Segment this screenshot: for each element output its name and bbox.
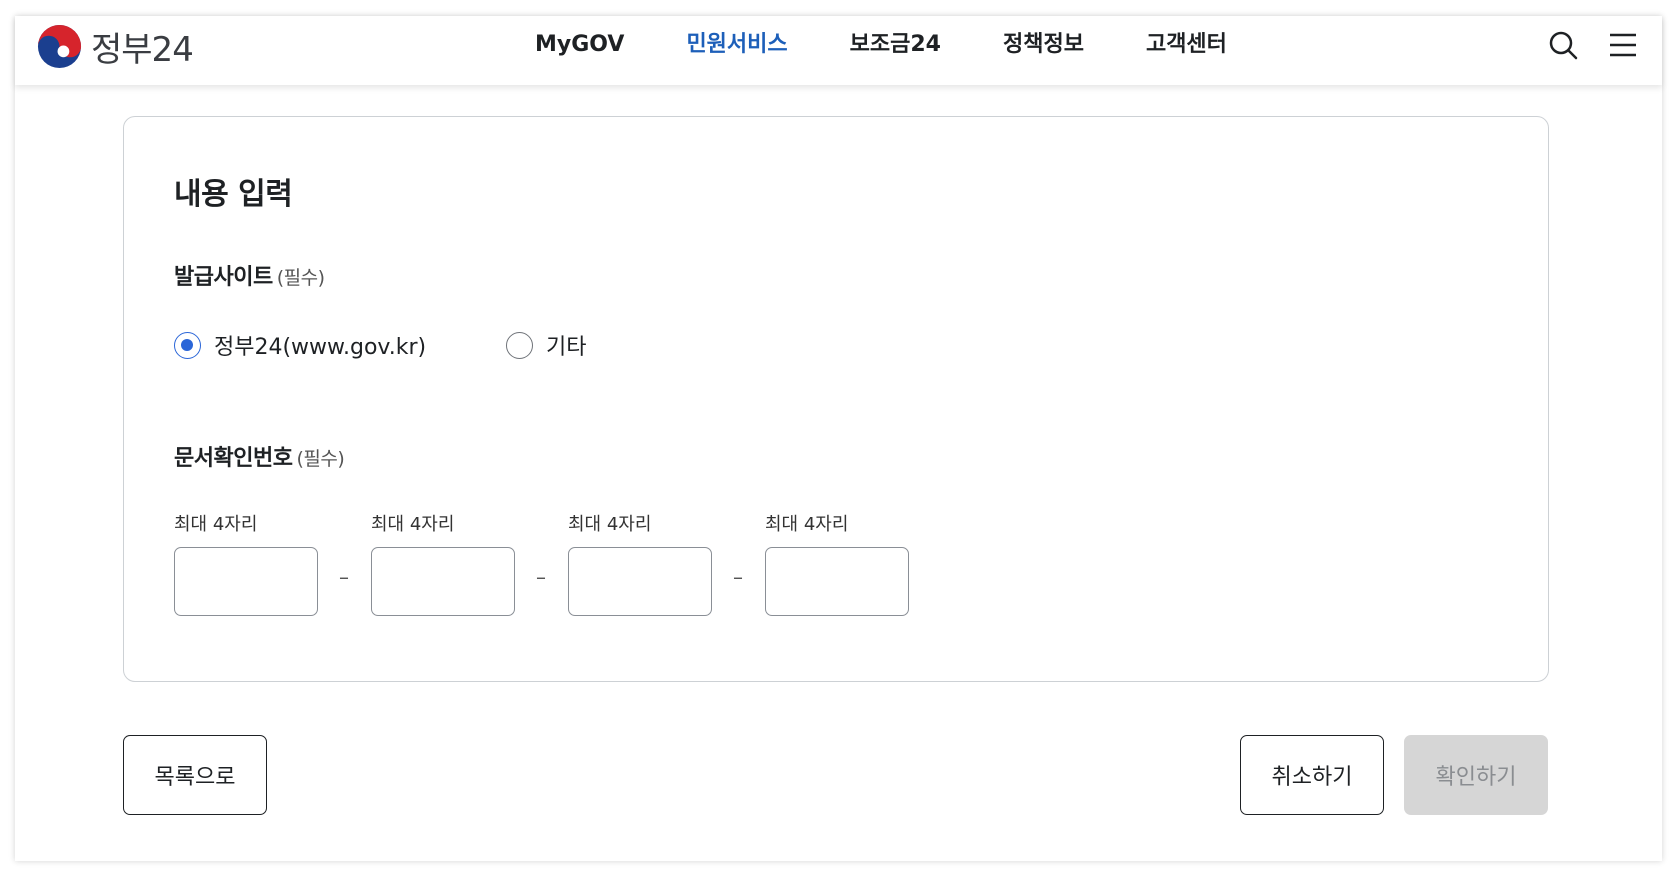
doc-number-field-3-label: 최대 4자리	[568, 514, 652, 535]
section-title: 내용 입력	[174, 177, 293, 212]
nav-item-subsidy24[interactable]: 보조금24	[850, 28, 941, 62]
radio-other-label[interactable]: 기타	[546, 329, 586, 361]
nav-item-civil-service[interactable]: 민원서비스	[686, 28, 787, 62]
site-logo[interactable]: 정부24	[36, 21, 194, 71]
nav-item-mygov[interactable]: MyGOV	[535, 28, 624, 62]
menu-icon[interactable]	[1605, 27, 1641, 63]
confirm-button[interactable]: 확인하기	[1404, 735, 1548, 815]
doc-number-field-4-label: 최대 4자리	[765, 514, 849, 535]
doc-number-input-2[interactable]	[371, 547, 515, 616]
radio-unchecked-icon[interactable]	[506, 331, 533, 359]
doc-number-label-text: 문서확인번호	[174, 446, 293, 471]
doc-number-input-1[interactable]	[174, 547, 318, 616]
required-marker: (필수)	[296, 448, 345, 470]
separator-dash: –	[536, 565, 546, 589]
separator-dash: –	[733, 565, 743, 589]
logo-text: 정부24	[91, 29, 194, 70]
radio-checked-icon[interactable]	[174, 331, 201, 359]
issue-site-label: 발급사이트 (필수)	[174, 259, 325, 291]
required-marker: (필수)	[276, 267, 325, 289]
taegeuk-logo-icon	[37, 24, 82, 68]
doc-number-label: 문서확인번호 (필수)	[174, 440, 345, 472]
nav-item-policy-info[interactable]: 정책정보	[1003, 28, 1084, 62]
nav-item-customer-center[interactable]: 고객센터	[1146, 28, 1227, 62]
radio-gov24[interactable]: 정부24(www.gov.kr)	[174, 329, 426, 361]
doc-number-field-2-label: 최대 4자리	[371, 514, 455, 535]
search-icon[interactable]	[1545, 27, 1581, 63]
doc-number-input-3[interactable]	[568, 547, 712, 616]
cancel-button[interactable]: 취소하기	[1240, 735, 1384, 815]
issue-site-label-text: 발급사이트	[174, 265, 273, 290]
doc-number-field-1-label: 최대 4자리	[174, 514, 258, 535]
radio-other[interactable]: 기타	[506, 329, 586, 361]
radio-gov24-label[interactable]: 정부24(www.gov.kr)	[214, 329, 426, 361]
main-nav: MyGOV 민원서비스 보조금24 정책정보 고객센터	[535, 28, 1289, 62]
site-header: 정부24 MyGOV 민원서비스 보조금24 정책정보 고객센터	[15, 16, 1662, 85]
separator-dash: –	[339, 565, 349, 589]
doc-number-input-4[interactable]	[765, 547, 909, 616]
content-input-card: 내용 입력 발급사이트 (필수) 정부24(www.gov.kr) 기타 문서확인…	[123, 116, 1549, 682]
back-to-list-button[interactable]: 목록으로	[123, 735, 267, 815]
